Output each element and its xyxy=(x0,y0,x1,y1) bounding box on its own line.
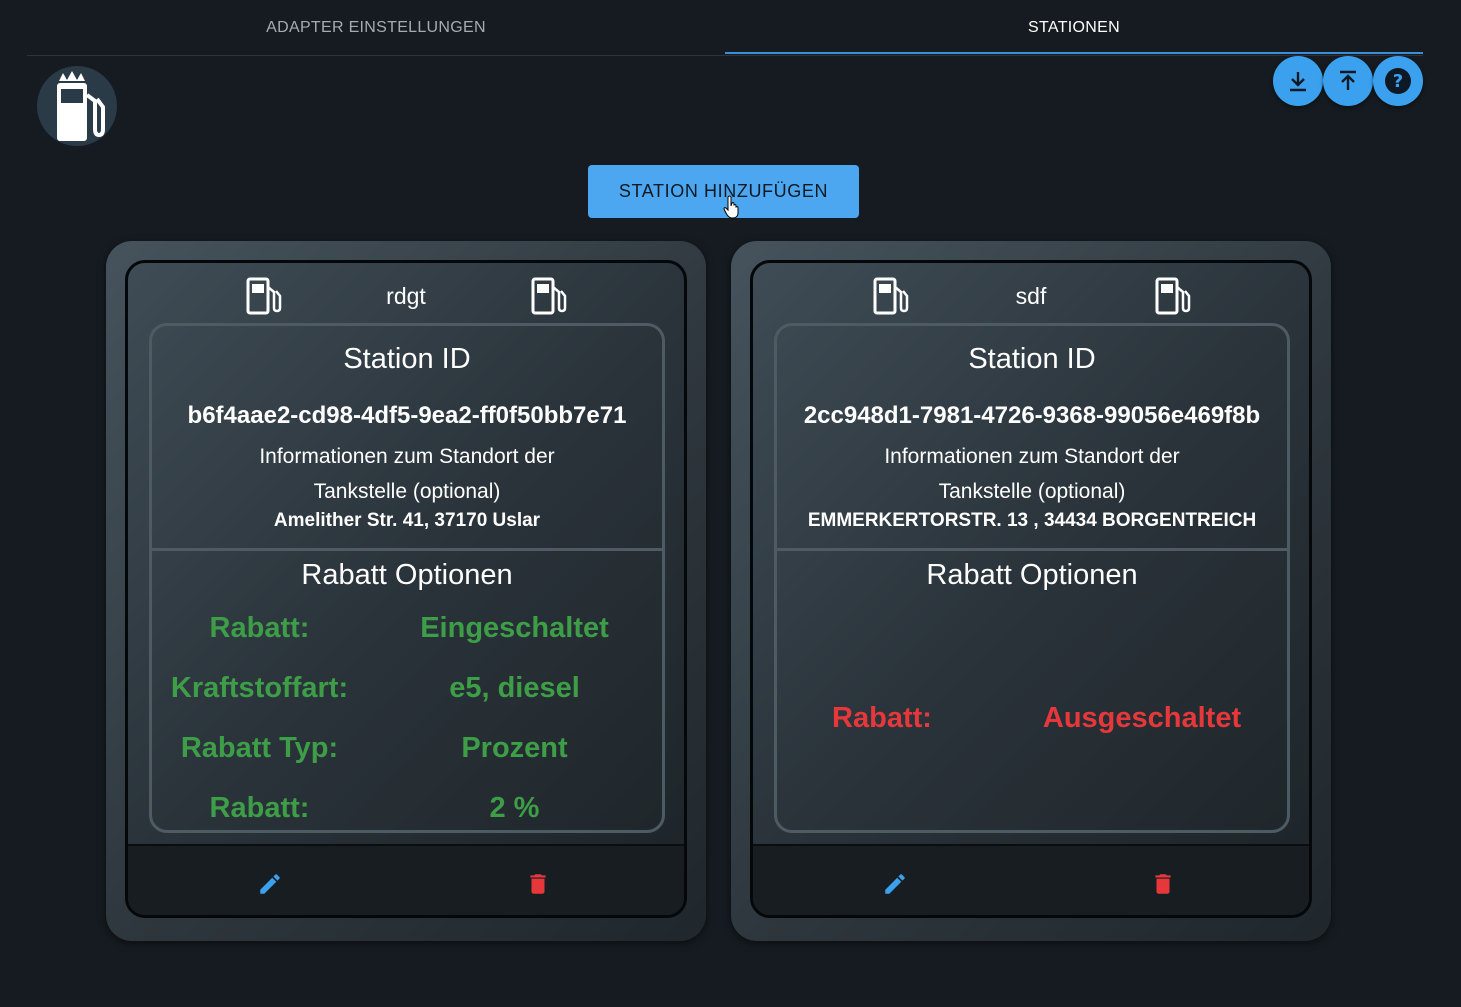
svg-text:?: ? xyxy=(1393,71,1403,92)
rabatt-typ-key: Rabatt Typ: xyxy=(180,732,339,764)
upload-button[interactable] xyxy=(1323,56,1373,106)
location-value: Amelither Str. 41, 37170 Uslar xyxy=(273,510,541,531)
trash-icon xyxy=(530,874,546,894)
pencil-icon xyxy=(260,874,280,894)
rabatt-row: Rabatt: Eingeschaltet xyxy=(152,612,662,652)
delete-station-button[interactable] xyxy=(518,864,558,904)
edit-station-button[interactable] xyxy=(875,864,915,904)
rabatt-key: Rabatt: xyxy=(209,612,310,644)
rabatt-key: Rabatt: xyxy=(832,702,932,734)
tab-stations[interactable]: STATIONEN xyxy=(725,0,1423,55)
station-card-inner: sdf Station ID 2cc948d1-7981-4726-9368-9… xyxy=(750,260,1312,918)
rabatt-row: Rabatt: Ausgeschaltet xyxy=(777,702,1287,742)
hand-cursor-icon xyxy=(723,195,739,219)
station-info-box: Station ID b6f4aae2-cd98-4df5-9ea2-ff0f5… xyxy=(149,323,665,833)
station-id-value: 2cc948d1-7981-4726-9368-99056e469f8b xyxy=(803,402,1261,429)
rabatt-options-title: Rabatt Optionen xyxy=(301,559,513,591)
help-button[interactable]: ? xyxy=(1373,56,1423,106)
station-card-header: rdgt xyxy=(128,263,684,325)
help-icon: ? xyxy=(1385,68,1411,94)
station-card-inner: rdgt Station ID b6f4aae2-cd98-4df5-9ea2-… xyxy=(125,260,687,918)
station-id-section: Station ID b6f4aae2-cd98-4df5-9ea2-ff0f5… xyxy=(152,326,662,551)
kraftstoffart-row: Kraftstoffart: e5, diesel xyxy=(152,672,662,712)
kraftstoffart-value: e5, diesel xyxy=(449,672,580,704)
edit-station-button[interactable] xyxy=(250,864,290,904)
station-id-value: b6f4aae2-cd98-4df5-9ea2-ff0f50bb7e71 xyxy=(187,402,627,429)
location-value: EMMERKERTORSTR. 13 , 34434 BORGENTREICH xyxy=(807,510,1257,531)
station-name: sdf xyxy=(1015,283,1047,309)
station-id-label: Station ID xyxy=(968,343,1096,375)
upload-icon xyxy=(1340,70,1356,90)
rabatt-amount-key: Rabatt: xyxy=(209,792,310,824)
location-label: Informationen zum Standort der Tankstell… xyxy=(884,445,1180,503)
rabatt-typ-row: Rabatt Typ: Prozent xyxy=(152,732,662,772)
fuel-pump-icon xyxy=(1155,277,1191,315)
rabatt-amount-row: Rabatt: 2 % xyxy=(152,792,662,832)
rabatt-amount-value: 2 % xyxy=(489,792,540,824)
station-card: sdf Station ID 2cc948d1-7981-4726-9368-9… xyxy=(731,241,1331,941)
rabatt-value: Eingeschaltet xyxy=(420,612,609,644)
station-name: rdgt xyxy=(386,283,426,309)
station-card-header: sdf xyxy=(753,263,1309,325)
download-icon xyxy=(1290,72,1306,92)
station-card-actions xyxy=(753,844,1309,915)
kraftstoffart-key: Kraftstoffart: xyxy=(170,672,349,704)
rabatt-value: Ausgeschaltet xyxy=(1042,702,1242,734)
station-card-actions xyxy=(128,844,684,915)
rabatt-options-title: Rabatt Optionen xyxy=(926,559,1138,591)
location-label: Informationen zum Standort der Tankstell… xyxy=(259,445,555,503)
adapter-logo xyxy=(37,66,117,146)
station-id-section: Station ID 2cc948d1-7981-4726-9368-99056… xyxy=(777,326,1287,551)
station-card: rdgt Station ID b6f4aae2-cd98-4df5-9ea2-… xyxy=(106,241,706,941)
station-info-box: Station ID 2cc948d1-7981-4726-9368-99056… xyxy=(774,323,1290,833)
tab-adapter-settings[interactable]: ADAPTER EINSTELLUNGEN xyxy=(27,0,725,55)
fuel-pump-icon xyxy=(531,277,567,315)
trash-icon xyxy=(1155,874,1171,894)
pencil-icon xyxy=(885,874,905,894)
station-id-label: Station ID xyxy=(343,343,471,375)
fuel-pump-crown-icon xyxy=(57,71,105,141)
tab-bar: ADAPTER EINSTELLUNGEN STATIONEN xyxy=(27,0,1423,56)
rabatt-typ-value: Prozent xyxy=(461,732,568,764)
delete-station-button[interactable] xyxy=(1143,864,1183,904)
download-button[interactable] xyxy=(1273,56,1323,106)
active-tab-indicator xyxy=(725,52,1423,54)
